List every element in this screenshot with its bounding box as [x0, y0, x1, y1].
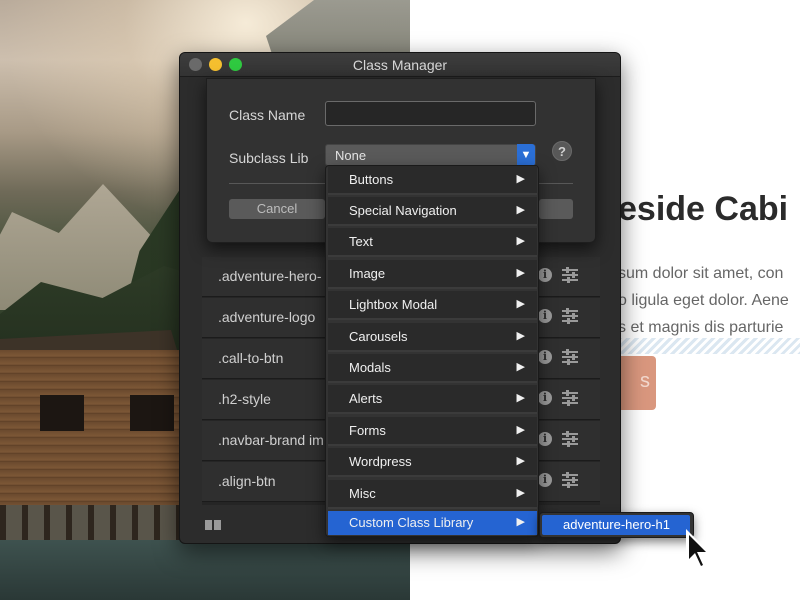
info-icon[interactable]: i — [538, 268, 552, 282]
site-paragraph: sum dolor sit amet, con o ligula eget do… — [618, 260, 800, 341]
sliders-icon[interactable] — [562, 472, 578, 488]
subclass-lib-select[interactable]: None ▼ — [325, 144, 536, 166]
info-icon[interactable]: i — [538, 473, 552, 487]
submenu-arrow-icon: ▶ — [516, 330, 525, 342]
class-row-name: .align-btn — [218, 473, 276, 489]
menu-item-label: Buttons — [349, 172, 394, 187]
selection-hatch — [618, 338, 800, 354]
submenu-arrow-icon: ▶ — [516, 204, 525, 216]
submenu-item-label: adventure-hero-h1 — [563, 517, 670, 532]
menu-item-label: Text — [349, 234, 373, 249]
menu-item-label: Misc — [349, 486, 376, 501]
menu-item-image[interactable]: Image ▶ — [328, 260, 537, 289]
sliders-icon[interactable] — [562, 431, 578, 447]
submenu-arrow-icon: ▶ — [516, 516, 525, 528]
cabin-window — [40, 395, 84, 431]
submenu-arrow-icon: ▶ — [516, 392, 525, 404]
menu-item-buttons[interactable]: Buttons ▶ — [328, 166, 537, 195]
custom-class-library-submenu: adventure-hero-h1 — [539, 512, 694, 538]
submenu-arrow-icon: ▶ — [516, 173, 525, 185]
menu-item-carousels[interactable]: Carousels ▶ — [328, 323, 537, 352]
site-paragraph-line: o ligula eget dolor. Aene — [618, 292, 789, 309]
menu-item-label: Special Navigation — [349, 203, 457, 218]
submenu-arrow-icon: ▶ — [516, 267, 525, 279]
menu-item-label: Wordpress — [349, 454, 412, 469]
sliders-icon[interactable] — [562, 390, 578, 406]
submenu-arrow-icon: ▶ — [516, 361, 525, 373]
site-paragraph-line: s et magnis dis parturie — [618, 319, 784, 336]
menu-item-label: Carousels — [349, 329, 408, 344]
book-icon[interactable] — [204, 519, 222, 531]
menu-item-label: Alerts — [349, 391, 383, 406]
submenu-arrow-icon: ▶ — [516, 235, 525, 247]
site-heading: eside Cabi — [618, 190, 789, 228]
lake-water — [0, 540, 410, 600]
site-paragraph-line: sum dolor sit amet, con — [618, 265, 784, 282]
menu-item-alerts[interactable]: Alerts ▶ — [328, 385, 537, 414]
info-icon[interactable]: i — [538, 432, 552, 446]
sliders-icon[interactable] — [562, 349, 578, 365]
menu-item-label: Image — [349, 266, 386, 281]
submenu-arrow-icon: ▶ — [516, 298, 525, 310]
cancel-button[interactable]: Cancel — [229, 199, 325, 219]
info-icon[interactable]: i — [538, 350, 552, 364]
class-row-name: .adventure-logo — [218, 309, 316, 325]
class-row-name: .h2-style — [218, 391, 271, 407]
menu-item-label: Custom Class Library — [349, 515, 474, 530]
class-name-input[interactable] — [325, 101, 536, 126]
site-cta-button-label: s — [640, 370, 650, 392]
cabin-window — [130, 395, 174, 431]
menu-item-misc[interactable]: Misc ▶ — [328, 480, 537, 509]
chevron-down-icon: ▼ — [517, 144, 535, 166]
sliders-icon[interactable] — [562, 267, 578, 283]
class-row-name: .navbar-brand im — [218, 432, 324, 448]
menu-item-label: Forms — [349, 423, 386, 438]
info-icon[interactable]: i — [538, 391, 552, 405]
subclass-lib-value: None — [335, 148, 367, 163]
class-row-name: .call-to-btn — [218, 350, 284, 366]
menu-item-text[interactable]: Text ▶ — [328, 228, 537, 257]
mouse-pointer-icon — [686, 529, 712, 571]
window-titlebar[interactable]: Class Manager — [180, 53, 620, 77]
menu-item-label: Modals — [349, 360, 391, 375]
submenu-arrow-icon: ▶ — [516, 487, 525, 499]
menu-item-label: Lightbox Modal — [349, 297, 438, 312]
info-icon[interactable]: i — [538, 309, 552, 323]
menu-item-lightbox-modal[interactable]: Lightbox Modal ▶ — [328, 291, 537, 320]
window-title: Class Manager — [352, 57, 448, 73]
menu-item-modals[interactable]: Modals ▶ — [328, 354, 537, 383]
sliders-icon[interactable] — [562, 308, 578, 324]
class-name-label: Class Name — [229, 107, 306, 123]
submenu-arrow-icon: ▶ — [516, 424, 525, 436]
submenu-arrow-icon: ▶ — [516, 455, 525, 467]
site-cta-button[interactable]: s — [618, 356, 656, 410]
subclass-lib-label: Subclass Lib — [229, 150, 309, 166]
menu-item-custom-class-library[interactable]: Custom Class Library ▶ — [328, 511, 537, 535]
confirm-button[interactable] — [539, 199, 573, 219]
subclass-lib-menu: Buttons ▶ Special Navigation ▶ Text ▶ Im… — [325, 165, 539, 537]
submenu-item-adventure-hero-h1[interactable]: adventure-hero-h1 — [542, 515, 690, 535]
cabin-pilings — [0, 505, 200, 545]
help-button[interactable]: ? — [552, 141, 572, 161]
menu-item-special-navigation[interactable]: Special Navigation ▶ — [328, 197, 537, 226]
menu-item-wordpress[interactable]: Wordpress ▶ — [328, 448, 537, 477]
menu-item-forms[interactable]: Forms ▶ — [328, 417, 537, 446]
class-row-name: .adventure-hero- — [218, 268, 322, 284]
